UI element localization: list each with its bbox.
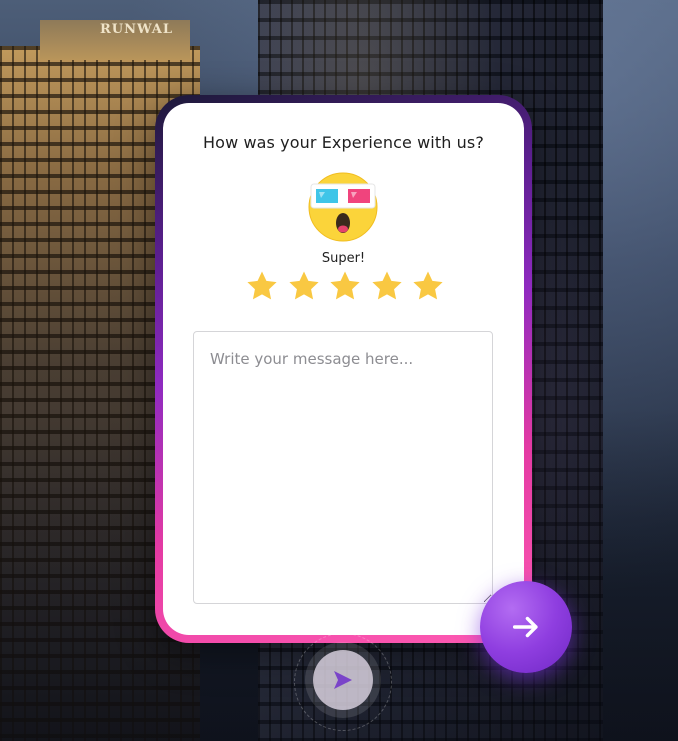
message-textarea[interactable]	[193, 331, 493, 604]
feedback-card: How was your Experience with us? Super!	[163, 103, 524, 635]
feedback-question: How was your Experience with us?	[203, 133, 484, 152]
star-icon-3[interactable]	[328, 269, 362, 303]
star-icon-2[interactable]	[287, 269, 321, 303]
3d-glasses-surprised-emoji-icon	[308, 172, 378, 242]
star-icon-5[interactable]	[411, 269, 445, 303]
arrow-right-icon	[512, 616, 538, 638]
star-rating	[245, 269, 445, 303]
star-icon-4[interactable]	[370, 269, 404, 303]
star-icon-1[interactable]	[245, 269, 279, 303]
rating-label: Super!	[321, 251, 366, 266]
send-icon	[334, 671, 352, 689]
next-button[interactable]	[480, 581, 572, 673]
building-sign: RUNWAL	[100, 22, 174, 37]
send-button[interactable]	[313, 650, 373, 710]
